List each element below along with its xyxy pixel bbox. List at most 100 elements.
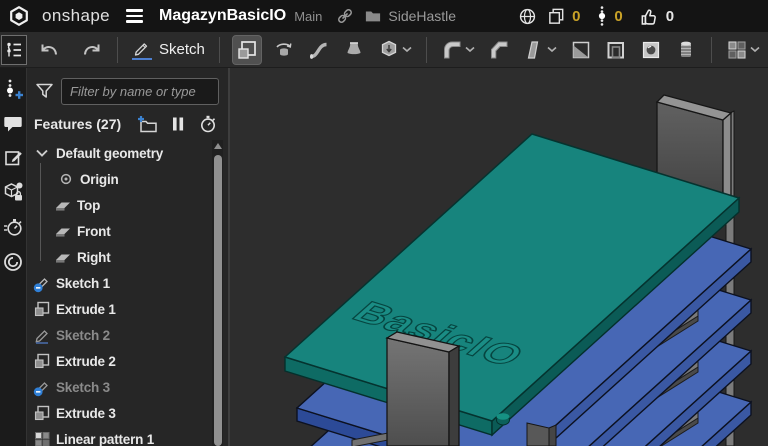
chamfer-button[interactable] — [486, 37, 512, 63]
linear-pattern-icon — [33, 430, 51, 446]
onshape-app-window: onshape MagazynBasicIO Main SideHastle — [0, 0, 768, 446]
redo-icon — [80, 40, 103, 60]
feature-row-top-plane[interactable]: Top — [27, 192, 211, 218]
copies-count: 0 — [572, 8, 580, 25]
undo-icon — [38, 40, 61, 60]
hole-icon — [640, 39, 662, 61]
versions-history-button[interactable] — [3, 78, 24, 101]
notes-button[interactable] — [3, 147, 24, 168]
notes-icon — [3, 147, 24, 168]
chevron-down-icon — [750, 46, 760, 53]
revolve-icon — [273, 39, 295, 61]
draft-button[interactable] — [521, 37, 559, 63]
feature-row-linear-pattern-1[interactable]: Linear pattern 1 — [27, 426, 211, 446]
extrude-button[interactable] — [232, 35, 262, 65]
thicken-button[interactable] — [376, 37, 414, 63]
thread-icon — [675, 39, 697, 61]
sketch-hidden-icon — [33, 378, 51, 396]
share-link-button[interactable] — [336, 7, 354, 25]
shell-button[interactable] — [603, 37, 629, 63]
scrollbar-thumb[interactable] — [214, 155, 222, 446]
sketch-hidden-icon — [33, 274, 51, 292]
feature-row-extrude-1[interactable]: Extrude 1 — [27, 296, 211, 322]
standard-content-button[interactable] — [2, 181, 24, 203]
feature-list-icon — [4, 40, 24, 60]
learning-center-button[interactable] — [2, 251, 24, 273]
stopwatch-speed-icon — [2, 216, 24, 238]
plane-icon — [54, 222, 72, 240]
redo-button[interactable] — [78, 38, 105, 62]
toolbar-divider — [219, 37, 220, 63]
loft-icon — [343, 39, 365, 61]
extrude-icon — [33, 404, 51, 422]
feature-row-default-geometry[interactable]: Default geometry — [27, 140, 211, 166]
box-lock-icon — [2, 181, 24, 203]
sketch-button[interactable]: Sketch — [130, 37, 207, 62]
feature-row-origin[interactable]: Origin — [27, 166, 211, 192]
feature-row-sketch-3[interactable]: Sketch 3 — [27, 374, 211, 400]
onshape-swirl-icon — [2, 251, 24, 273]
toolbar-divider — [117, 37, 118, 63]
model-viewport[interactable]: BasicIO — [230, 68, 768, 446]
comments-button[interactable] — [3, 114, 24, 134]
feature-row-extrude-2[interactable]: Extrude 2 — [27, 348, 211, 374]
plane-icon — [54, 248, 72, 266]
fillet-button[interactable] — [439, 37, 477, 63]
features-header: Features (27) — [34, 116, 121, 132]
feature-row-front-plane[interactable]: Front — [27, 218, 211, 244]
workspace-folder-name: SideHastle — [388, 8, 456, 24]
sketch-pencil-icon — [132, 39, 152, 60]
forks-counter-button[interactable]: 0 — [596, 5, 622, 27]
extrude-icon — [236, 39, 258, 61]
folder-icon — [364, 8, 382, 24]
forks-count: 0 — [614, 8, 622, 25]
performance-button[interactable] — [2, 216, 24, 238]
scrollbar-up-arrow[interactable] — [214, 143, 222, 149]
feature-row-sketch-1[interactable]: Sketch 1 — [27, 270, 211, 296]
filter-input[interactable] — [61, 78, 219, 105]
feature-row-sketch-2[interactable]: Sketch 2 — [27, 322, 211, 348]
likes-counter-button[interactable]: 0 — [639, 6, 674, 27]
sweep-button[interactable] — [306, 37, 332, 63]
hole-button[interactable] — [638, 37, 664, 63]
feature-row-extrude-3[interactable]: Extrude 3 — [27, 400, 211, 426]
main-menu-button[interactable] — [120, 9, 149, 23]
feature-toolbar: Sketch — [0, 32, 768, 68]
stopwatch-icon — [198, 114, 218, 134]
feature-list-toggle-button[interactable] — [1, 35, 27, 65]
feature-row-right-plane[interactable]: Right — [27, 244, 211, 270]
linear-pattern-button[interactable] — [724, 37, 762, 63]
rib-button[interactable] — [568, 37, 594, 63]
add-folder-button[interactable] — [137, 115, 158, 133]
front-post — [387, 332, 459, 446]
public-document-button[interactable] — [518, 7, 537, 26]
linear-pattern-icon — [726, 39, 748, 61]
globe-icon — [518, 7, 537, 26]
thread-button[interactable] — [673, 37, 699, 63]
suppress-pause-button[interactable] — [170, 115, 186, 133]
filter-row — [27, 78, 228, 105]
filter-funnel-icon[interactable] — [34, 81, 55, 102]
chevron-down-icon — [402, 46, 412, 53]
feature-tree-scrollbar[interactable] — [212, 140, 223, 446]
workspace-folder-button[interactable]: SideHastle — [364, 8, 456, 24]
toolbar-divider — [711, 37, 712, 63]
sketch-button-label: Sketch — [159, 41, 205, 58]
rollback-stopwatch-button[interactable] — [198, 114, 218, 134]
copies-counter-button[interactable]: 0 — [547, 7, 580, 26]
menu-icon — [126, 9, 143, 23]
extrude-icon — [33, 352, 51, 370]
middle-post — [527, 423, 556, 446]
revolve-button[interactable] — [271, 37, 297, 63]
brand-text: onshape — [42, 6, 110, 26]
extrude-icon — [33, 300, 51, 318]
features-header-row: Features (27) — [27, 114, 228, 134]
loft-button[interactable] — [341, 37, 367, 63]
top-header-bar: onshape MagazynBasicIO Main SideHastle — [0, 0, 768, 32]
rib-icon — [570, 39, 592, 61]
3d-scene: BasicIO — [230, 68, 768, 446]
branch-name[interactable]: Main — [294, 9, 322, 24]
likes-count: 0 — [666, 8, 674, 25]
version-dots-icon — [596, 5, 608, 27]
undo-button[interactable] — [36, 38, 63, 62]
